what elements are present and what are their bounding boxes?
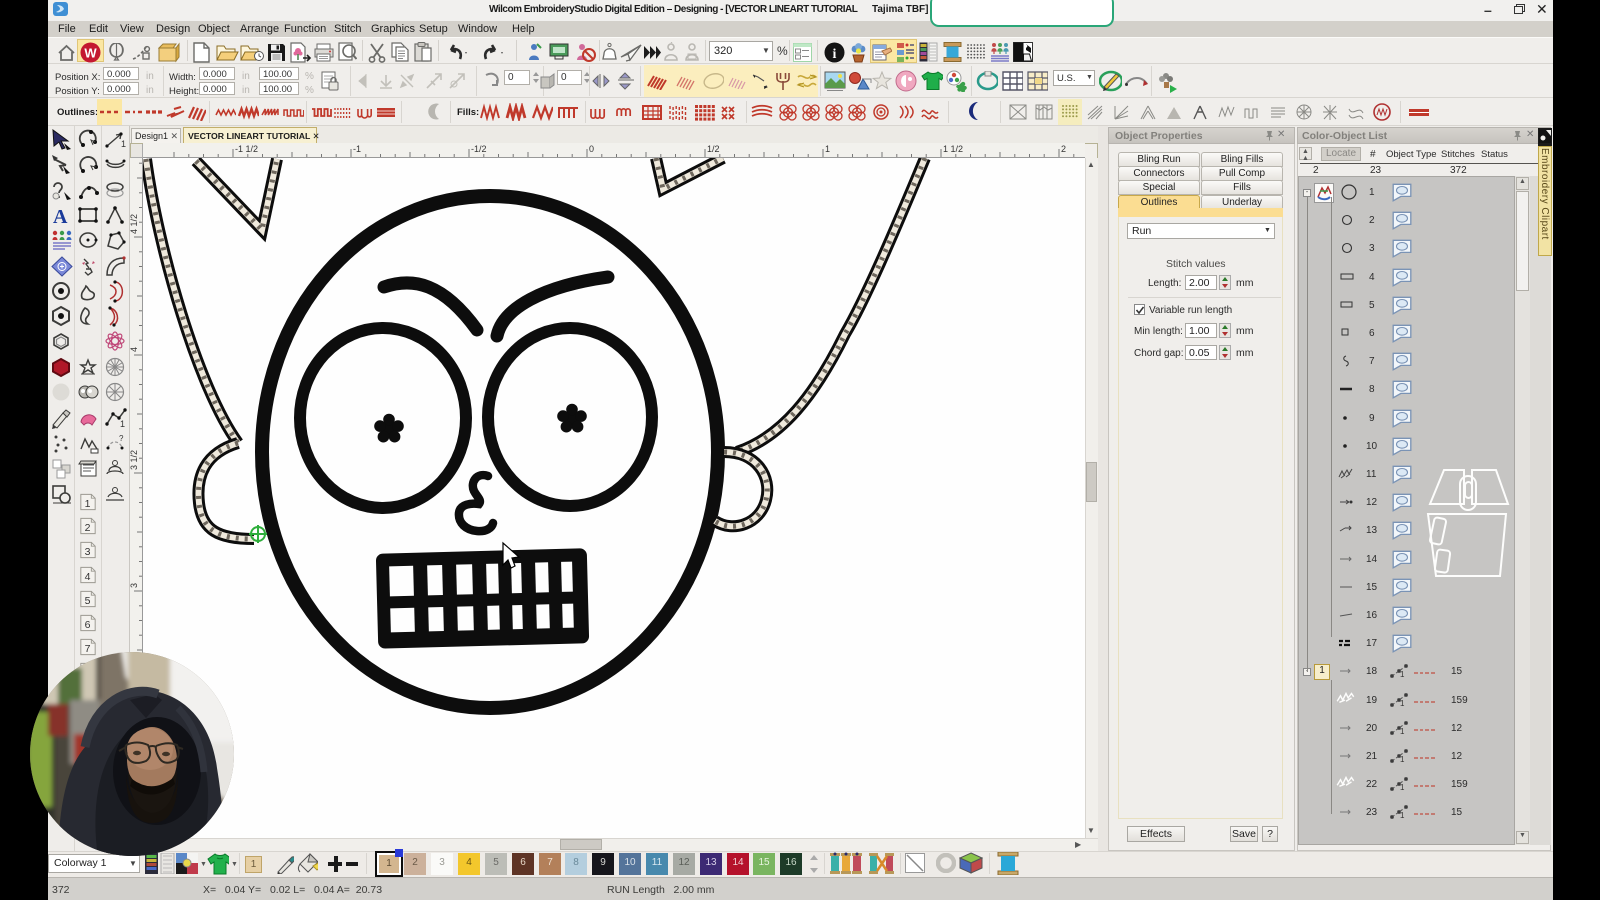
svg-text:1/2: 1/2	[707, 144, 720, 154]
svg-text:1: 1	[121, 139, 126, 149]
svg-text:1 1/2: 1 1/2	[943, 144, 963, 154]
svg-text:A: A	[53, 206, 68, 227]
svg-text:0: 0	[589, 144, 594, 154]
svg-text:-1: -1	[353, 144, 361, 154]
svg-text:4: 4	[85, 570, 91, 582]
svg-text:3: 3	[85, 546, 91, 558]
svg-text:5: 5	[85, 595, 91, 607]
svg-text:1: 1	[1400, 755, 1405, 764]
svg-text:1: 1	[1400, 783, 1405, 792]
svg-text:-1 1/2: -1 1/2	[235, 144, 258, 154]
svg-text:4 1/2: 4 1/2	[130, 214, 139, 234]
svg-text:1: 1	[1400, 699, 1405, 708]
svg-text:1: 1	[1400, 727, 1405, 736]
svg-text:4: 4	[130, 347, 139, 352]
svg-text:3: 3	[130, 583, 139, 588]
svg-text:1: 1	[85, 498, 91, 510]
svg-text:1: 1	[825, 144, 830, 154]
svg-text:?: ?	[119, 434, 124, 443]
svg-text:2: 2	[85, 522, 91, 534]
svg-text:2: 2	[1061, 144, 1066, 154]
svg-text:1: 1	[1400, 811, 1405, 820]
svg-text:i: i	[833, 47, 837, 62]
svg-text:W: W	[84, 46, 97, 61]
svg-text:-1/2: -1/2	[471, 144, 487, 154]
svg-text:1: 1	[120, 419, 125, 429]
svg-text:6: 6	[85, 619, 91, 631]
svg-text:3 1/2: 3 1/2	[130, 450, 139, 470]
svg-text:1: 1	[1400, 670, 1405, 679]
